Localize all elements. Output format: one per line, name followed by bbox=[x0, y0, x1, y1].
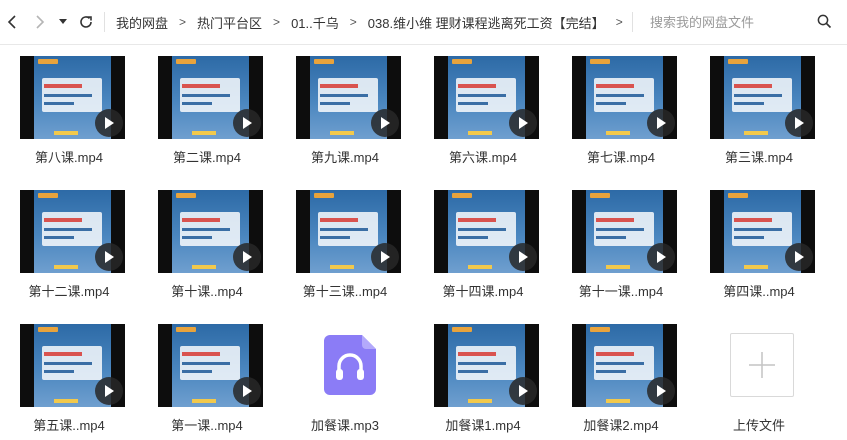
play-icon[interactable] bbox=[785, 243, 813, 271]
file-item[interactable]: 第八课.mp4 bbox=[0, 44, 138, 170]
refresh-button[interactable] bbox=[76, 12, 96, 32]
file-name: 第十三课..mp4 bbox=[302, 284, 388, 299]
play-icon[interactable] bbox=[509, 243, 537, 271]
play-icon[interactable] bbox=[785, 109, 813, 137]
video-thumbnail bbox=[434, 324, 539, 407]
refresh-icon bbox=[80, 16, 92, 28]
file-item[interactable]: 第九课.mp4 bbox=[276, 44, 414, 170]
file-name: 第四课..mp4 bbox=[723, 284, 795, 299]
video-thumbnail bbox=[20, 190, 125, 273]
file-item[interactable]: 加餐课2.mp4 bbox=[552, 312, 690, 438]
play-icon[interactable] bbox=[371, 243, 399, 271]
play-icon[interactable] bbox=[95, 109, 123, 137]
file-item[interactable]: 第十一课..mp4 bbox=[552, 178, 690, 304]
breadcrumb-item-home[interactable]: 我的网盘 bbox=[116, 13, 168, 32]
play-icon[interactable] bbox=[233, 243, 261, 271]
play-icon[interactable] bbox=[509, 109, 537, 137]
file-item[interactable]: 第十三课..mp4 bbox=[276, 178, 414, 304]
file-name: 第六课.mp4 bbox=[449, 150, 517, 165]
file-name: 第十课..mp4 bbox=[171, 284, 243, 299]
play-icon[interactable] bbox=[647, 243, 675, 271]
breadcrumb-separator: > bbox=[179, 15, 187, 29]
video-thumbnail bbox=[572, 324, 677, 407]
play-icon[interactable] bbox=[647, 377, 675, 405]
video-thumbnail bbox=[572, 56, 677, 139]
play-icon[interactable] bbox=[95, 243, 123, 271]
toolbar-divider bbox=[632, 12, 633, 32]
file-name: 第八课.mp4 bbox=[35, 150, 103, 165]
play-icon[interactable] bbox=[371, 109, 399, 137]
file-item[interactable]: 第一课..mp4 bbox=[138, 312, 276, 438]
video-thumbnail bbox=[434, 56, 539, 139]
video-thumbnail bbox=[20, 56, 125, 139]
file-item[interactable]: 第三课.mp4 bbox=[690, 44, 828, 170]
file-item[interactable]: 第十课..mp4 bbox=[138, 178, 276, 304]
upload-file-tile[interactable]: 上传文件 bbox=[690, 312, 828, 438]
breadcrumb-item-current-folder[interactable]: 038.维小维 理财课程逃离死工资【完结】 bbox=[368, 13, 605, 32]
history-dropdown[interactable] bbox=[56, 12, 70, 32]
toolbar-divider bbox=[104, 12, 105, 32]
video-thumbnail bbox=[296, 190, 401, 273]
search-icon[interactable] bbox=[817, 14, 832, 34]
plus-icon bbox=[749, 352, 775, 378]
file-name: 第二课.mp4 bbox=[173, 150, 241, 165]
file-item[interactable]: 加餐课1.mp4 bbox=[414, 312, 552, 438]
play-icon[interactable] bbox=[233, 109, 261, 137]
file-name: 第三课.mp4 bbox=[725, 150, 793, 165]
file-name: 第一课..mp4 bbox=[171, 418, 243, 433]
play-icon[interactable] bbox=[647, 109, 675, 137]
video-thumbnail bbox=[20, 324, 125, 407]
video-thumbnail bbox=[434, 190, 539, 273]
chevron-right-icon bbox=[36, 15, 45, 29]
file-item[interactable]: 第二课.mp4 bbox=[138, 44, 276, 170]
video-thumbnail bbox=[158, 190, 263, 273]
video-thumbnail bbox=[158, 324, 263, 407]
file-item[interactable]: 第六课.mp4 bbox=[414, 44, 552, 170]
file-name: 第十一课..mp4 bbox=[578, 284, 664, 299]
toolbar: 我的网盘 > 热门平台区 > 01..千乌 > 038.维小维 理财课程逃离死工… bbox=[0, 0, 847, 45]
file-item[interactable]: 第五课..mp4 bbox=[0, 312, 138, 438]
upload-button[interactable] bbox=[730, 333, 794, 397]
search-input[interactable] bbox=[640, 10, 815, 34]
audio-file-icon bbox=[324, 335, 376, 395]
video-thumbnail bbox=[572, 190, 677, 273]
chevron-left-icon bbox=[7, 15, 16, 29]
file-item[interactable]: 加餐课.mp3 bbox=[276, 312, 414, 438]
breadcrumb-separator: > bbox=[615, 15, 623, 29]
file-grid: 第八课.mp4 第二课.mp4 第九课.mp4 第六课.mp4 第七课.mp4 第三课.m… bbox=[0, 44, 847, 440]
play-icon[interactable] bbox=[233, 377, 261, 405]
file-item[interactable]: 第十二课.mp4 bbox=[0, 178, 138, 304]
breadcrumb-item-hot-platform[interactable]: 热门平台区 bbox=[197, 13, 262, 32]
file-name: 加餐课1.mp4 bbox=[445, 418, 521, 433]
back-button[interactable] bbox=[2, 12, 22, 32]
breadcrumb-item-qianwu[interactable]: 01..千乌 bbox=[291, 13, 339, 32]
play-icon[interactable] bbox=[509, 377, 537, 405]
video-thumbnail bbox=[158, 56, 263, 139]
video-thumbnail bbox=[710, 56, 815, 139]
caret-down-icon bbox=[59, 19, 67, 24]
breadcrumb-separator: > bbox=[273, 15, 281, 29]
search-box bbox=[640, 10, 840, 34]
file-name: 第十四课.mp4 bbox=[442, 284, 524, 299]
file-item[interactable]: 第十四课.mp4 bbox=[414, 178, 552, 304]
breadcrumb: 我的网盘 > 热门平台区 > 01..千乌 > 038.维小维 理财课程逃离死工… bbox=[116, 13, 634, 31]
file-item[interactable]: 第七课.mp4 bbox=[552, 44, 690, 170]
file-item[interactable]: 第四课..mp4 bbox=[690, 178, 828, 304]
file-name: 第七课.mp4 bbox=[587, 150, 655, 165]
video-thumbnail bbox=[710, 190, 815, 273]
forward-button[interactable] bbox=[30, 12, 50, 32]
file-name: 加餐课2.mp4 bbox=[583, 418, 659, 433]
play-icon[interactable] bbox=[95, 377, 123, 405]
file-name: 加餐课.mp3 bbox=[311, 418, 379, 433]
file-name: 第九课.mp4 bbox=[311, 150, 379, 165]
upload-label: 上传文件 bbox=[732, 418, 785, 433]
breadcrumb-separator: > bbox=[349, 15, 357, 29]
file-name: 第五课..mp4 bbox=[33, 418, 105, 433]
file-name: 第十二课.mp4 bbox=[28, 284, 110, 299]
video-thumbnail bbox=[296, 56, 401, 139]
